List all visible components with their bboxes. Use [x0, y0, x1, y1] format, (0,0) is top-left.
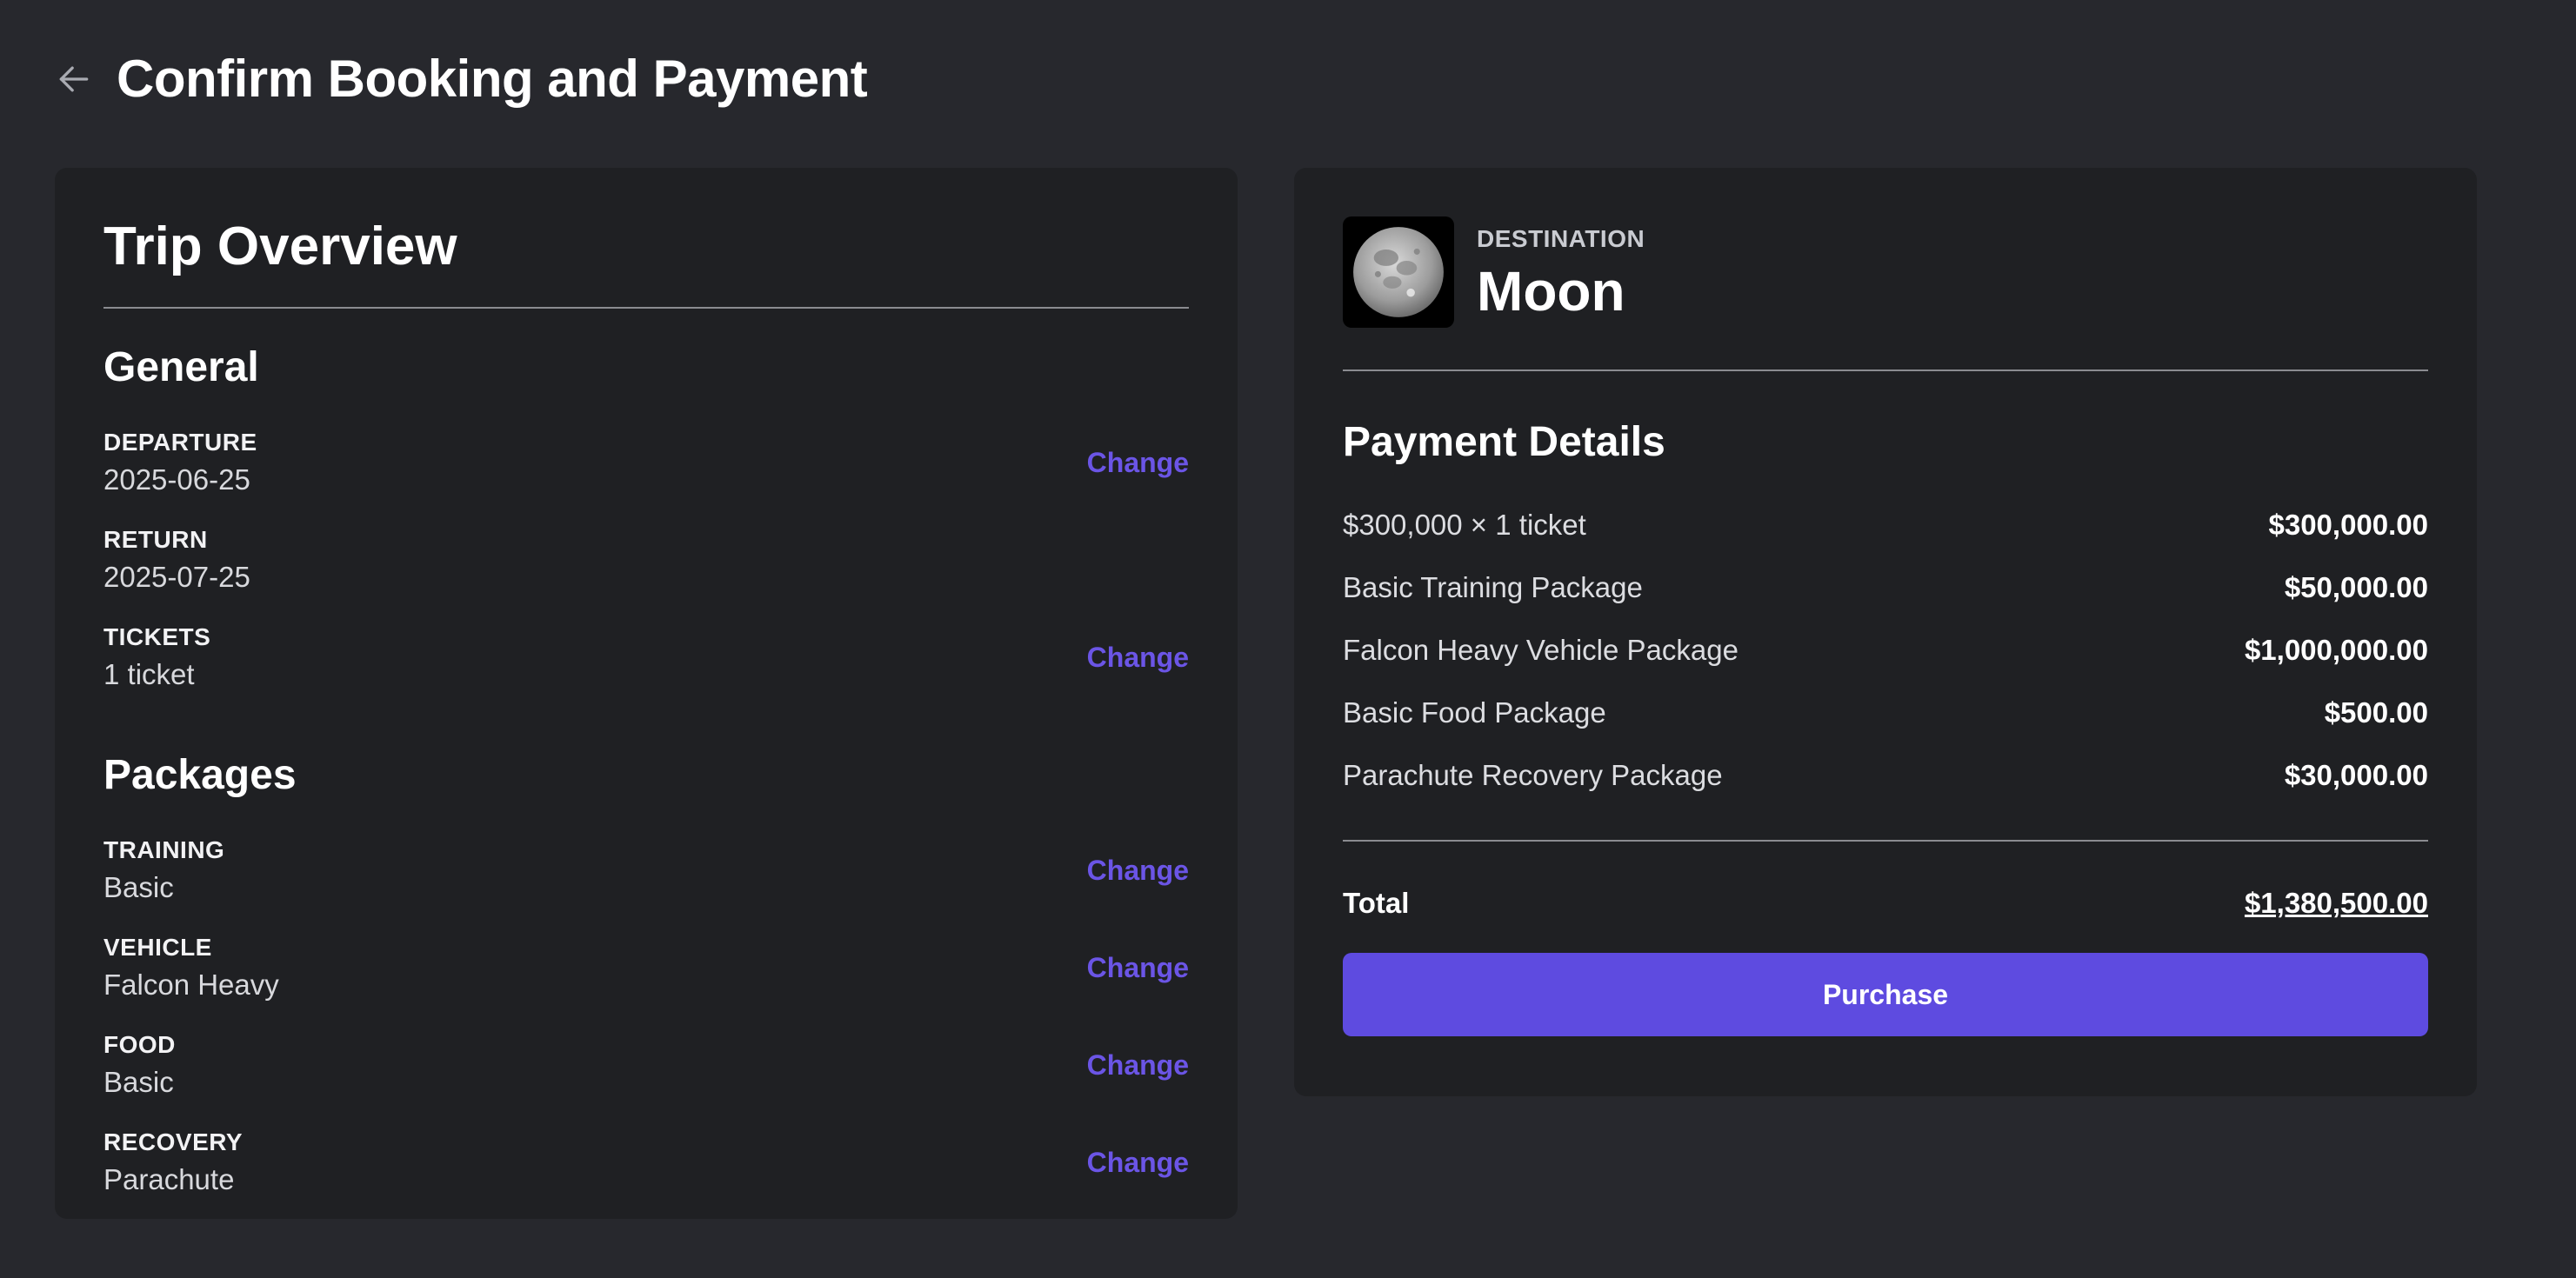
moon-icon — [1353, 227, 1444, 317]
total-row: Total $1,380,500.00 — [1343, 887, 2428, 920]
total-amount: $1,380,500.00 — [2244, 887, 2428, 919]
change-training-link[interactable]: Change — [1087, 855, 1189, 887]
food-label: FOOD — [103, 1031, 176, 1058]
food-value: Basic — [103, 1066, 174, 1098]
tickets-label: TICKETS — [103, 623, 211, 650]
destination-header: DESTINATION Moon — [1343, 216, 2428, 328]
training-label: TRAINING — [103, 836, 225, 863]
change-departure-link[interactable]: Change — [1087, 447, 1189, 479]
destination-name: Moon — [1477, 260, 1625, 323]
vehicle-value: Falcon Heavy — [103, 968, 279, 1001]
return-label: RETURN — [103, 526, 208, 553]
return-value: 2025-07-25 — [103, 561, 250, 593]
return-row: RETURN 2025-07-25 — [103, 511, 1189, 609]
payment-details-title: Payment Details — [1343, 419, 1665, 465]
divider — [1343, 840, 2428, 842]
line-item-label: Basic Food Package — [1343, 696, 1606, 729]
payment-card: DESTINATION Moon Payment Details $300,00… — [1294, 168, 2477, 1096]
food-row: FOOD Basic Change — [103, 1016, 1189, 1114]
line-item-label: $300,000 × 1 ticket — [1343, 509, 1586, 541]
total-label: Total — [1343, 887, 1410, 919]
change-tickets-link[interactable]: Change — [1087, 642, 1189, 674]
tickets-row: TICKETS 1 ticket Change — [103, 609, 1189, 706]
line-item-label: Basic Training Package — [1343, 571, 1643, 603]
line-item-amount: $500.00 — [2324, 696, 2428, 729]
vehicle-label: VEHICLE — [103, 934, 212, 961]
page-header: Confirm Booking and Payment — [54, 49, 868, 109]
line-item-amount: $50,000.00 — [2284, 571, 2428, 603]
departure-row: DEPARTURE 2025-06-25 Change — [103, 414, 1189, 511]
change-food-link[interactable]: Change — [1087, 1049, 1189, 1082]
recovery-value: Parachute — [103, 1163, 235, 1195]
trip-overview-card: Trip Overview General DEPARTURE 2025-06-… — [55, 168, 1238, 1219]
departure-label: DEPARTURE — [103, 429, 257, 456]
trip-overview-title: Trip Overview — [103, 216, 457, 276]
recovery-row: RECOVERY Parachute Change — [103, 1114, 1189, 1211]
divider — [1343, 369, 2428, 371]
line-item-label: Parachute Recovery Package — [1343, 759, 1723, 791]
training-value: Basic — [103, 871, 174, 903]
moon-image — [1343, 216, 1454, 328]
payment-line-item: $300,000 × 1 ticket $300,000.00 — [1343, 494, 2428, 556]
line-item-amount: $1,000,000.00 — [2244, 634, 2428, 666]
divider — [103, 307, 1189, 309]
line-item-amount: $30,000.00 — [2284, 759, 2428, 791]
destination-label: DESTINATION — [1477, 225, 1645, 252]
payment-line-item: Falcon Heavy Vehicle Package $1,000,000.… — [1343, 619, 2428, 682]
tickets-value: 1 ticket — [103, 658, 195, 690]
page-title: Confirm Booking and Payment — [117, 50, 868, 108]
packages-section-title: Packages — [103, 752, 297, 798]
line-item-label: Falcon Heavy Vehicle Package — [1343, 634, 1738, 666]
purchase-button[interactable]: Purchase — [1343, 953, 2428, 1036]
back-button[interactable] — [54, 59, 94, 99]
change-vehicle-link[interactable]: Change — [1087, 952, 1189, 984]
arrow-left-icon — [59, 66, 89, 91]
payment-line-item: Basic Training Package $50,000.00 — [1343, 556, 2428, 619]
recovery-label: RECOVERY — [103, 1128, 244, 1155]
change-recovery-link[interactable]: Change — [1087, 1147, 1189, 1179]
departure-value: 2025-06-25 — [103, 463, 250, 496]
payment-line-item: Basic Food Package $500.00 — [1343, 682, 2428, 744]
vehicle-row: VEHICLE Falcon Heavy Change — [103, 919, 1189, 1016]
payment-line-item: Parachute Recovery Package $30,000.00 — [1343, 744, 2428, 807]
general-section-title: General — [103, 344, 259, 390]
training-row: TRAINING Basic Change — [103, 822, 1189, 919]
line-item-amount: $300,000.00 — [2268, 509, 2428, 541]
